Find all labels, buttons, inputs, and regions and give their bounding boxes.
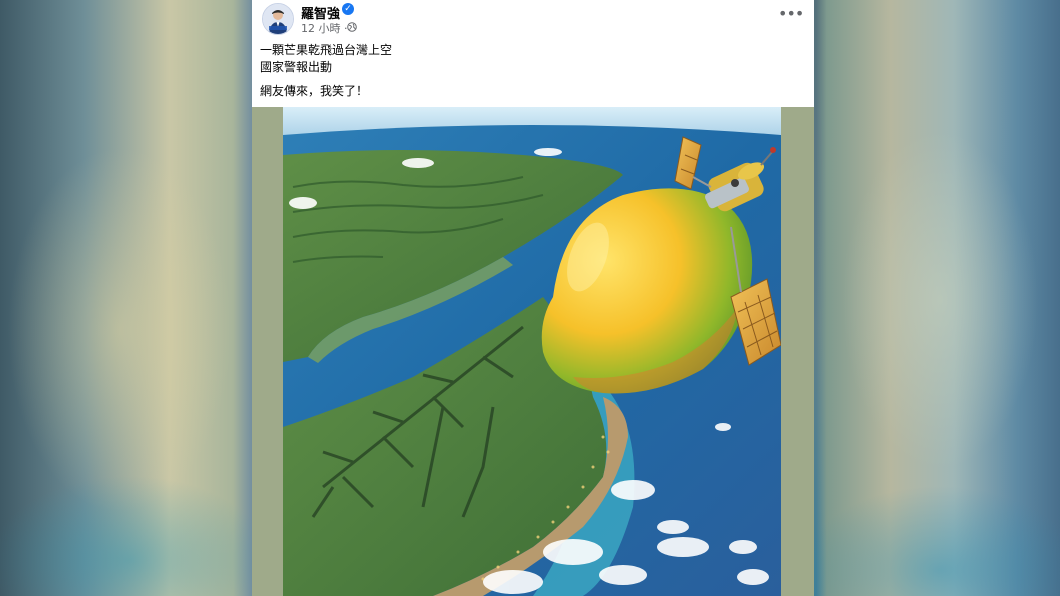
verified-badge-icon: ✓ (342, 3, 354, 15)
post-image[interactable] (283, 107, 781, 596)
post-header: 羅智強 ✓ 12 小時 · ••• (252, 0, 814, 40)
post-line: 一顆芒果乾飛過台灣上空 (260, 43, 393, 57)
post-line: 網友傳來，我笑了！ (260, 84, 369, 98)
post-text: 一顆芒果乾飛過台灣上空 國家警報出動 網友傳來，我笑了！ (260, 42, 392, 100)
post-card: 羅智強 ✓ 12 小時 · ••• 一顆芒果乾飛過台灣上空 國家警報出動 網友傳… (252, 0, 814, 596)
post-image-frame (252, 107, 814, 596)
avatar-portrait (263, 4, 293, 34)
post-line: 國家警報出動 (260, 60, 333, 74)
post-timestamp[interactable]: 12 小時 · (301, 20, 348, 36)
more-options-icon[interactable]: ••• (778, 6, 804, 25)
mango-satellite-over-taiwan-illustration (283, 107, 781, 596)
globe-icon (347, 22, 357, 32)
author-avatar[interactable] (262, 3, 294, 35)
